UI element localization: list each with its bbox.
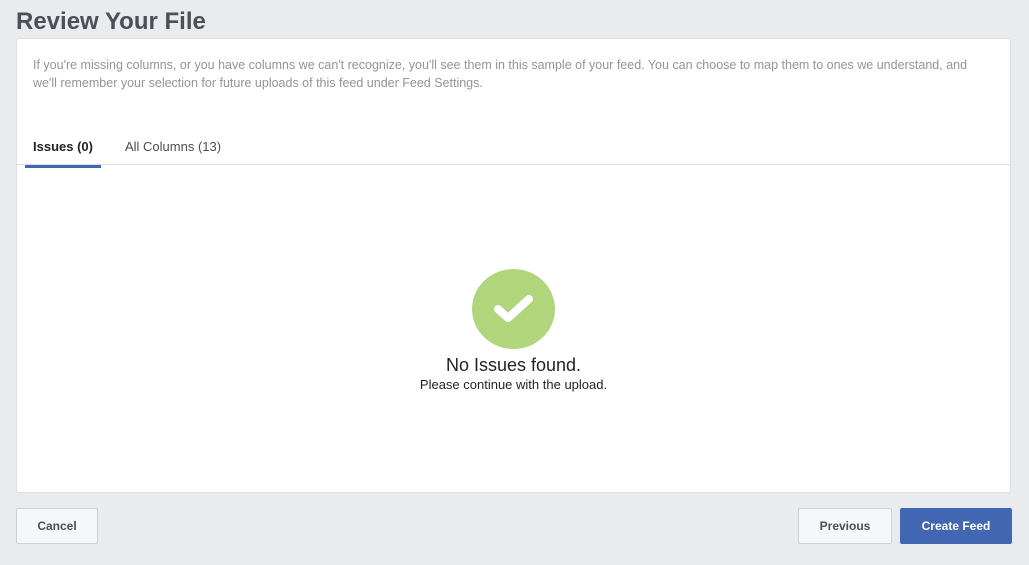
- tab-bar: Issues (0) All Columns (13): [25, 127, 1010, 168]
- create-feed-button[interactable]: Create Feed: [900, 508, 1012, 544]
- review-card: If you're missing columns, or you have c…: [16, 38, 1011, 493]
- page-title: Review Your File: [16, 8, 206, 35]
- status-subtitle: Please continue with the upload.: [419, 377, 608, 392]
- description-text: If you're missing columns, or you have c…: [33, 58, 968, 90]
- cancel-button[interactable]: Cancel: [16, 508, 98, 544]
- success-circle: [472, 269, 555, 349]
- issues-panel: No Issues found. Please continue with th…: [18, 165, 1009, 491]
- status-title: No Issues found.: [445, 355, 582, 375]
- checkmark-icon: [494, 295, 533, 322]
- previous-button[interactable]: Previous: [798, 508, 892, 544]
- tab-all-columns[interactable]: All Columns (13): [117, 127, 229, 165]
- tab-issues[interactable]: Issues (0): [25, 127, 101, 168]
